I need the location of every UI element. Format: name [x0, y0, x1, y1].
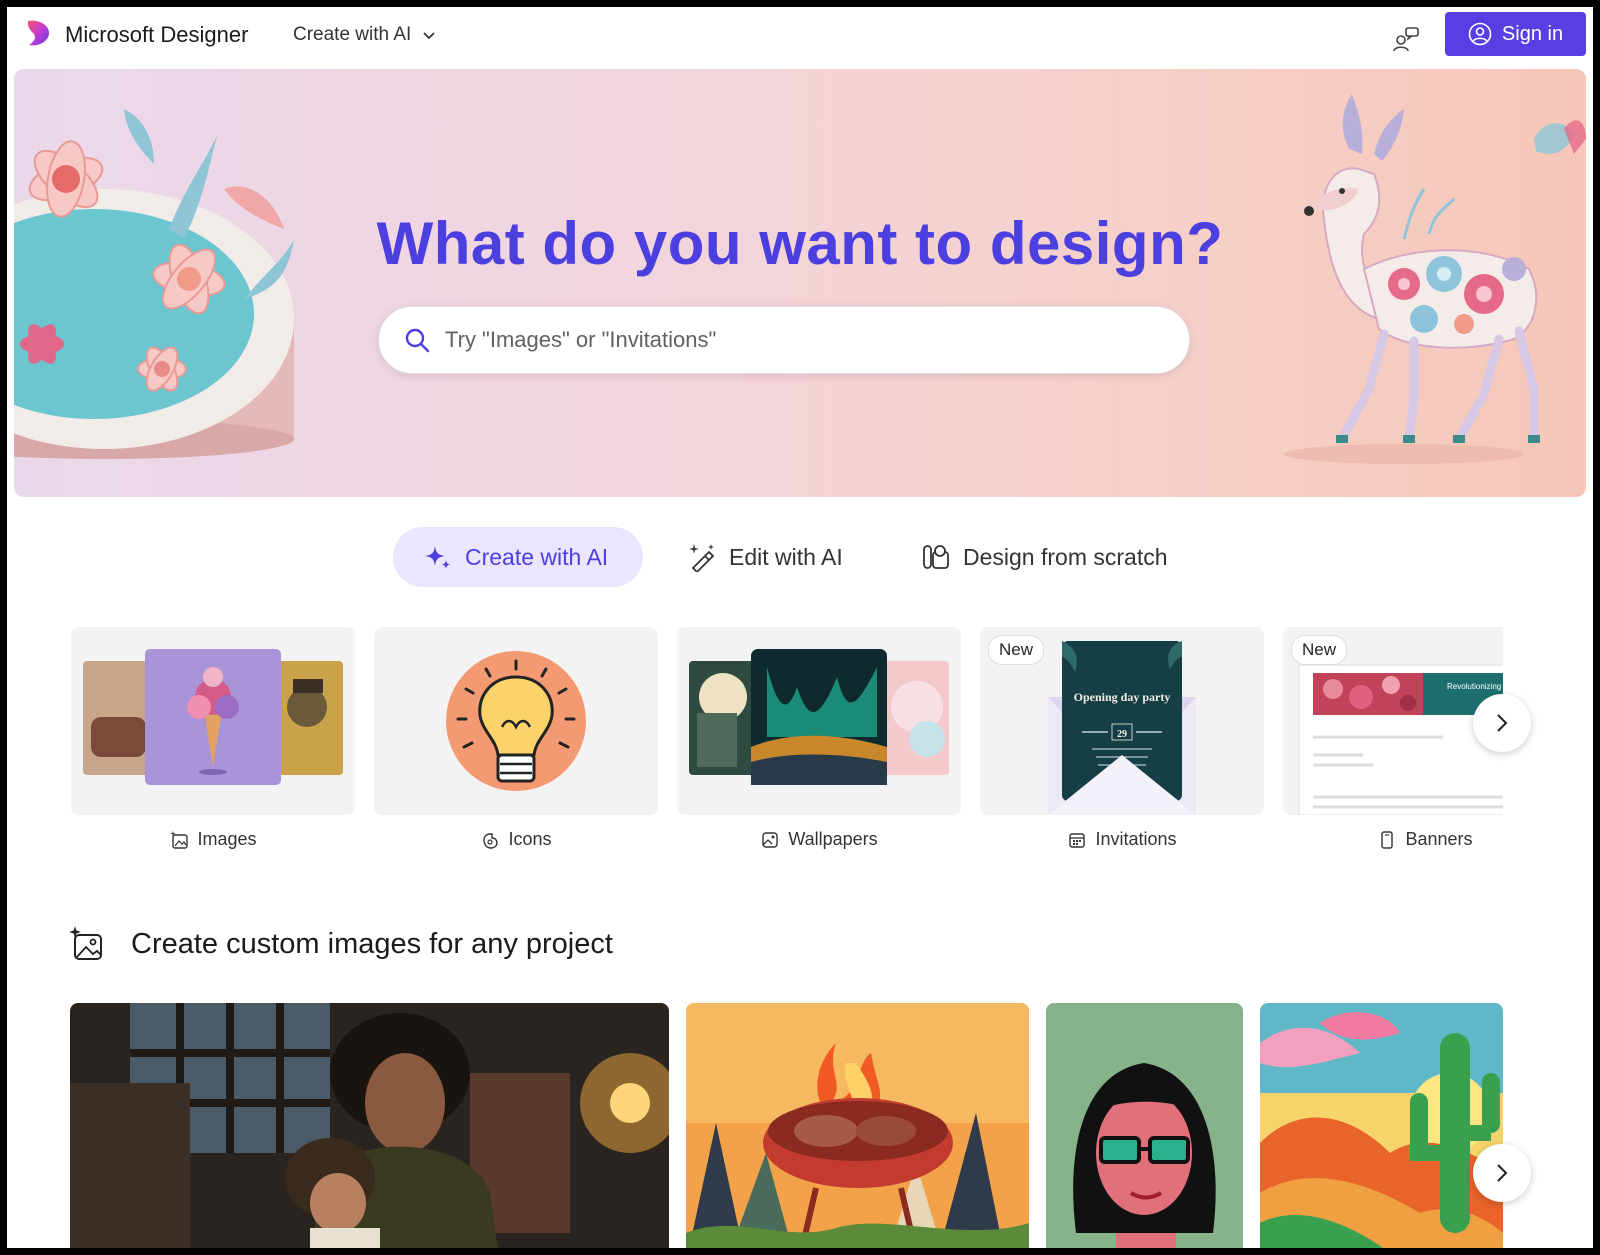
paper-flowers-illustration — [14, 109, 294, 459]
category-invitations[interactable]: Opening day party 29 New Invitations — [980, 627, 1264, 850]
tab-label: Design from scratch — [963, 543, 1168, 570]
category-thumbnail — [374, 627, 658, 815]
section-header: Create custom images for any project — [67, 925, 613, 963]
wallpaper-icon — [762, 831, 779, 848]
category-thumbnail: Opening day party 29 New — [980, 627, 1264, 815]
search-icon — [405, 328, 430, 353]
category-label-row: Icons — [374, 829, 658, 850]
sign-in-button[interactable]: Sign in — [1445, 12, 1586, 56]
phone-icon — [1381, 830, 1394, 849]
designer-logo-icon[interactable] — [25, 19, 51, 47]
category-thumbnail: Revolutionizing Mobility: A Smart City N… — [1283, 627, 1503, 815]
invitation-date: 29 — [1117, 729, 1127, 740]
page: Microsoft Designer Create with AI Sign i… — [7, 7, 1593, 1248]
gallery-image-grill[interactable] — [686, 1003, 1029, 1248]
tab-label: Edit with AI — [729, 543, 843, 570]
icon-sparkle-icon — [483, 832, 499, 849]
gallery-next-button[interactable] — [1473, 1144, 1531, 1202]
category-thumbnail — [677, 627, 961, 815]
gallery-image-mother-child[interactable] — [70, 1003, 669, 1248]
category-wallpapers[interactable]: Wallpapers — [677, 627, 961, 850]
header: Microsoft Designer Create with AI Sign i… — [7, 7, 1593, 67]
category-label: Icons — [508, 829, 552, 849]
gallery-image-art — [70, 1003, 669, 1248]
brand-name[interactable]: Microsoft Designer — [65, 22, 248, 48]
hero-banner: What do you want to design? — [14, 69, 1586, 497]
tab-design-from-scratch[interactable]: Design from scratch — [921, 527, 1168, 587]
image-sparkle-icon — [69, 926, 102, 960]
section-title: Create custom images for any project — [131, 927, 613, 960]
category-label: Banners — [1405, 829, 1473, 849]
new-badge: New — [988, 635, 1045, 665]
search-input[interactable] — [445, 327, 1145, 353]
search-box[interactable] — [378, 306, 1190, 374]
mode-tabs: Create with AI Edit with AI Design from … — [7, 527, 1593, 587]
tab-label: Create with AI — [465, 543, 609, 570]
category-label-row: Images — [71, 829, 355, 850]
user-icon — [1468, 22, 1492, 46]
gallery-image-art — [686, 1003, 1029, 1248]
chevron-right-icon — [1497, 714, 1508, 732]
category-next-button[interactable] — [1473, 694, 1531, 752]
gallery-image-desert[interactable] — [1260, 1003, 1503, 1248]
category-label-row: Invitations — [980, 829, 1264, 850]
gallery-image-art — [1260, 1003, 1503, 1248]
banner-text: Revolutionizing Mobility: A Smart City — [1447, 682, 1503, 691]
sparkle-icon — [425, 546, 450, 569]
icons-preview — [446, 651, 586, 791]
new-badge: New — [1291, 635, 1348, 665]
calendar-icon — [1069, 832, 1086, 848]
tab-create-with-ai[interactable]: Create with AI — [393, 527, 643, 587]
category-carousel: Images Icons Wallpapers Opening day part… — [71, 627, 1503, 867]
create-with-ai-menu[interactable]: Create with AI — [293, 24, 437, 46]
category-images[interactable]: Images — [71, 627, 355, 850]
category-thumbnail — [71, 627, 355, 815]
chevron-right-icon — [1497, 1164, 1508, 1182]
paper-deer-illustration — [1284, 94, 1586, 464]
shapes-icon — [923, 545, 949, 569]
feedback-icon[interactable] — [1392, 25, 1420, 53]
category-label: Wallpapers — [788, 829, 878, 849]
category-label-row: Banners — [1283, 829, 1503, 850]
create-menu-label: Create with AI — [293, 24, 412, 45]
magic-wand-icon — [689, 544, 715, 572]
category-banners[interactable]: Revolutionizing Mobility: A Smart City N… — [1283, 627, 1503, 850]
category-icons[interactable]: Icons — [374, 627, 658, 850]
category-label: Invitations — [1095, 829, 1177, 849]
images-preview — [83, 649, 343, 785]
sign-in-label: Sign in — [1501, 22, 1564, 45]
gallery-image-art — [1046, 1003, 1243, 1248]
gallery-image-portrait[interactable] — [1046, 1003, 1243, 1248]
tab-edit-with-ai[interactable]: Edit with AI — [687, 527, 843, 587]
image-sparkle-icon — [170, 830, 189, 849]
chevron-down-icon — [423, 32, 435, 40]
image-gallery — [70, 1003, 1503, 1248]
wallpapers-preview — [689, 649, 949, 785]
category-label: Images — [197, 829, 257, 849]
category-label-row: Wallpapers — [677, 829, 961, 850]
invitation-title: Opening day party — [1074, 690, 1171, 704]
